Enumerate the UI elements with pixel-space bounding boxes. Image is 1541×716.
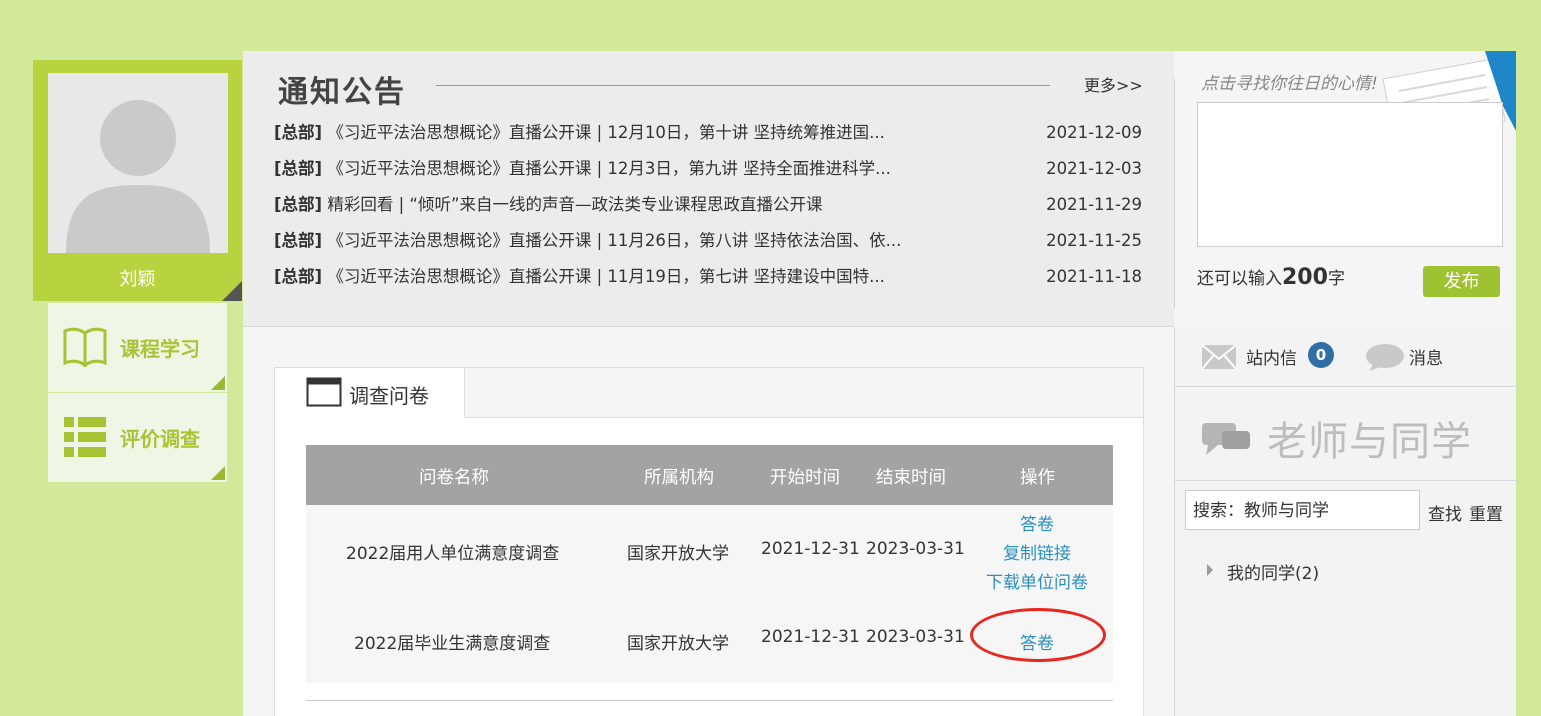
tab-survey[interactable]: 调查问卷 bbox=[275, 368, 465, 418]
survey-start: 2021-12-31 bbox=[761, 539, 860, 559]
survey-org: 国家开放大学 bbox=[627, 544, 729, 564]
mood-textarea[interactable] bbox=[1197, 102, 1503, 247]
inbox-link[interactable]: 站内信 bbox=[1246, 344, 1297, 369]
column-header: 问卷名称 bbox=[419, 468, 489, 488]
column-header: 开始时间 bbox=[770, 468, 840, 488]
conversation-icon bbox=[1202, 417, 1250, 461]
notice-date: 2021-11-18 bbox=[1046, 267, 1142, 286]
corner-decoration bbox=[222, 281, 242, 301]
expand-arrow-icon[interactable] bbox=[1207, 564, 1213, 576]
divider bbox=[306, 700, 1113, 701]
notice-tag: [总部] bbox=[274, 267, 323, 286]
window-icon bbox=[306, 377, 342, 411]
envelope-icon[interactable] bbox=[1201, 344, 1237, 374]
notice-tag: [总部] bbox=[274, 231, 323, 250]
column-header: 结束时间 bbox=[876, 468, 946, 488]
table-row: 2022届用人单位满意度调查 国家开放大学 2021-12-31 2023-03… bbox=[306, 505, 1113, 601]
message-bar: 站内信 0 消息 bbox=[1175, 327, 1517, 387]
survey-panel: 调查问卷 问卷名称 所属机构 开始时间 结束时间 操作 2022届用人单位满意度… bbox=[274, 367, 1144, 716]
profile-name: 刘颖 bbox=[119, 269, 156, 290]
column-header: 所属机构 bbox=[644, 468, 714, 488]
table-header: 问卷名称 所属机构 开始时间 结束时间 操作 bbox=[306, 445, 1113, 505]
notice-section: 通知公告 更多>> [总部] 《习近平法治思想概论》直播公开课 | 12月10日… bbox=[243, 51, 1174, 327]
menu-evaluation-survey[interactable]: 评价调查 bbox=[48, 393, 227, 482]
find-button[interactable]: 查找 bbox=[1428, 500, 1462, 525]
publish-button[interactable]: 发布 bbox=[1423, 266, 1500, 297]
answer-link[interactable]: 答卷 bbox=[1020, 510, 1054, 535]
survey-start: 2021-12-31 bbox=[761, 627, 860, 647]
teachers-classmates-title: 老师与同学 bbox=[1267, 419, 1472, 465]
survey-end: 2023-03-31 bbox=[866, 627, 965, 647]
tab-survey-label: 调查问卷 bbox=[349, 384, 429, 408]
notice-item[interactable]: [总部] 《习近平法治思想概论》直播公开课 | 12月10日，第十讲 坚持统筹推… bbox=[274, 119, 1144, 147]
messages-link[interactable]: 消息 bbox=[1409, 344, 1443, 369]
char-counter: 还可以输入200字 bbox=[1197, 264, 1345, 290]
notice-date: 2021-12-03 bbox=[1046, 159, 1142, 178]
notice-title-link[interactable]: 《习近平法治思想概论》直播公开课 | 12月10日，第十讲 坚持统筹推进国... bbox=[327, 123, 885, 142]
avatar[interactable] bbox=[48, 73, 228, 253]
tab-bar: 调查问卷 bbox=[275, 368, 1143, 418]
notice-item[interactable]: [总部] 精彩回看 | “倾听”来自一线的声音—政法类专业课程思政直播公开课 2… bbox=[274, 191, 1144, 219]
reset-button[interactable]: 重置 bbox=[1469, 500, 1503, 525]
notice-tag: [总部] bbox=[274, 123, 323, 142]
main-panel: 通知公告 更多>> [总部] 《习近平法治思想概论》直播公开课 | 12月10日… bbox=[243, 51, 1517, 716]
corner-decoration bbox=[211, 466, 225, 480]
survey-name: 2022届用人单位满意度调查 bbox=[346, 544, 560, 564]
notice-tag: [总部] bbox=[274, 195, 323, 214]
notice-item[interactable]: [总部] 《习近平法治思想概论》直播公开课 | 11月26日，第八讲 坚持依法治… bbox=[274, 227, 1144, 255]
notice-tag: [总部] bbox=[274, 159, 323, 178]
divider bbox=[436, 85, 1050, 86]
answer-link[interactable]: 答卷 bbox=[1020, 629, 1054, 654]
notice-date: 2021-12-09 bbox=[1046, 123, 1142, 142]
survey-end: 2023-03-31 bbox=[866, 539, 965, 559]
notice-title-link[interactable]: 精彩回看 | “倾听”来自一线的声音—政法类专业课程思政直播公开课 bbox=[327, 195, 822, 214]
copy-link[interactable]: 复制链接 bbox=[1003, 539, 1071, 564]
chat-bubble-icon[interactable] bbox=[1365, 343, 1405, 375]
table-row: 2022届毕业生满意度调查 国家开放大学 2021-12-31 2023-03-… bbox=[306, 601, 1113, 683]
open-book-icon bbox=[62, 325, 108, 371]
right-sidebar: 站内信 0 消息 老师与同学 搜索：教师与同学 查找 重置 我的同学(2) bbox=[1174, 327, 1517, 716]
teachers-classmates-header: 老师与同学 bbox=[1175, 387, 1517, 481]
menu-evaluation-survey-label: 评价调查 bbox=[120, 427, 200, 451]
notice-title-link[interactable]: 《习近平法治思想概论》直播公开课 | 11月26日，第八讲 坚持依法治国、依..… bbox=[327, 231, 901, 250]
divider bbox=[1174, 79, 1175, 309]
char-counter-suffix: 字 bbox=[1327, 269, 1345, 289]
menu-course-study-label: 课程学习 bbox=[120, 337, 200, 361]
more-link[interactable]: 更多>> bbox=[1084, 72, 1143, 96]
download-unit-survey-link[interactable]: 下载单位问卷 bbox=[986, 568, 1088, 593]
notice-item[interactable]: [总部] 《习近平法治思想概论》直播公开课 | 12月3日，第九讲 坚持全面推进… bbox=[274, 155, 1144, 183]
corner-decoration bbox=[211, 376, 225, 390]
profile-card: 刘颖 bbox=[33, 60, 242, 301]
my-classmates-node[interactable]: 我的同学(2) bbox=[1227, 559, 1319, 584]
notice-date: 2021-11-25 bbox=[1046, 231, 1142, 250]
notice-title: 通知公告 bbox=[278, 75, 406, 110]
survey-org: 国家开放大学 bbox=[627, 634, 729, 654]
unread-count-badge: 0 bbox=[1308, 342, 1334, 368]
user-avatar-icon bbox=[66, 100, 210, 253]
char-counter-value: 200 bbox=[1282, 265, 1328, 290]
mood-prompt[interactable]: 点击寻找你往日的心情! bbox=[1201, 69, 1378, 94]
notice-title-link[interactable]: 《习近平法治思想概论》直播公开课 | 11月19日，第七讲 坚持建设中国特... bbox=[327, 267, 885, 286]
notice-date: 2021-11-29 bbox=[1046, 195, 1142, 214]
survey-name: 2022届毕业生满意度调查 bbox=[354, 634, 551, 654]
char-counter-prefix: 还可以输入 bbox=[1197, 269, 1282, 289]
notice-title-link[interactable]: 《习近平法治思想概论》直播公开课 | 12月3日，第九讲 坚持全面推进科学... bbox=[327, 159, 891, 178]
search-input[interactable]: 搜索：教师与同学 bbox=[1185, 490, 1420, 530]
menu-course-study[interactable]: 课程学习 bbox=[48, 303, 227, 392]
list-icon bbox=[62, 415, 108, 463]
notice-item[interactable]: [总部] 《习近平法治思想概论》直播公开课 | 11月19日，第七讲 坚持建设中… bbox=[274, 263, 1144, 291]
column-header: 操作 bbox=[1020, 468, 1055, 488]
